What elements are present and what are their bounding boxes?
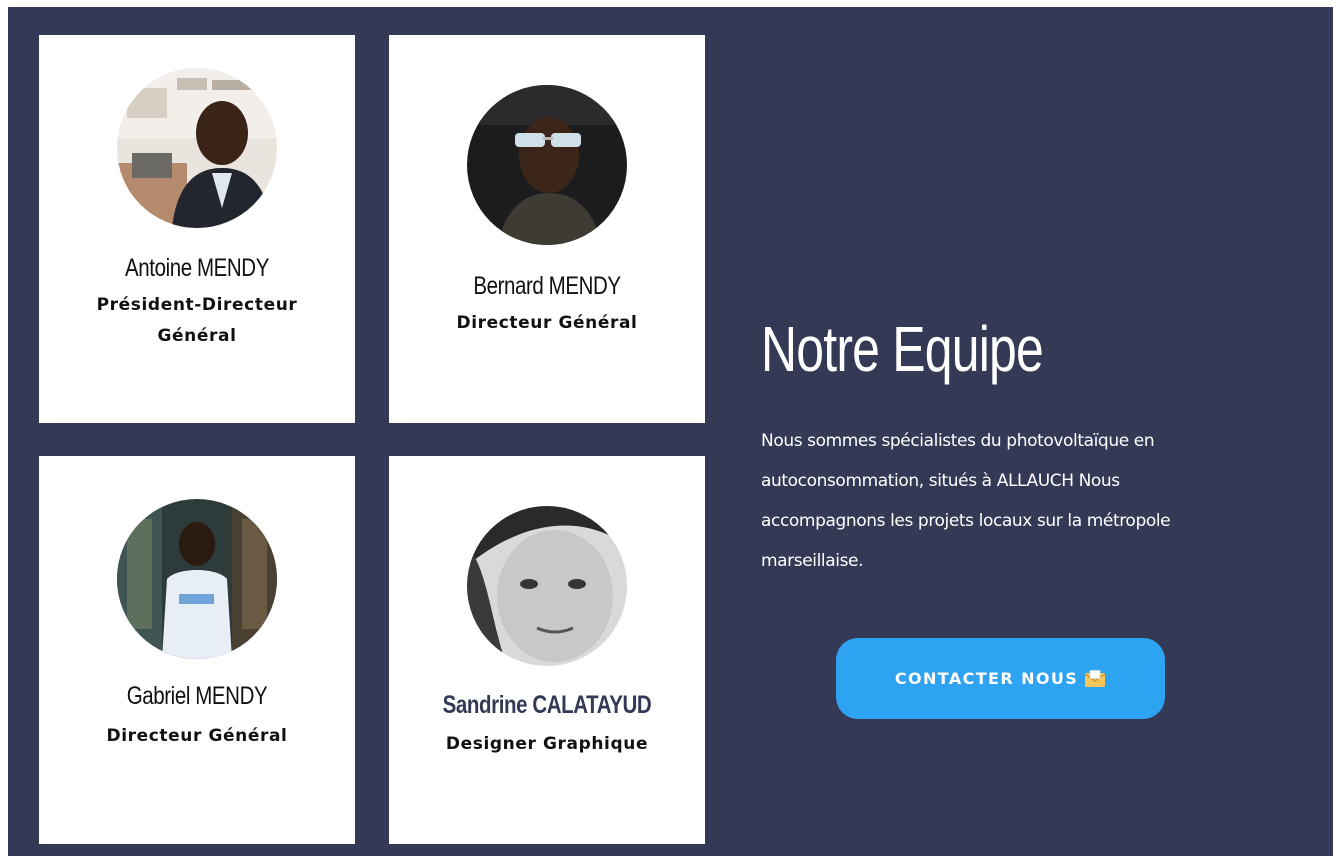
portrait-photo [467, 506, 627, 666]
member-name: Sandrine CALATAYUD [442, 691, 652, 719]
member-role: Président-Directeur Général [96, 295, 298, 346]
member-name: Antoine MENDY [125, 254, 269, 282]
avatar [467, 85, 627, 245]
portrait-photo [467, 85, 627, 245]
team-card: Gabriel MENDY Directeur Général [39, 456, 355, 844]
member-role: Designer Graphique [445, 734, 649, 754]
avatar [467, 506, 627, 666]
section-title: Notre Equipe [761, 313, 1044, 385]
contact-button[interactable]: CONTACTER NOUS [836, 638, 1165, 719]
portrait-photo [117, 499, 277, 659]
section-description: Nous sommes spécialistes du photovoltaïq… [761, 431, 1171, 571]
team-section: Antoine MENDY Président-Directeur Généra… [8, 7, 1333, 856]
team-card: Antoine MENDY Président-Directeur Généra… [39, 35, 355, 423]
avatar [117, 499, 277, 659]
member-name: Bernard MENDY [473, 272, 621, 300]
avatar [117, 68, 277, 228]
team-card: Bernard MENDY Directeur Général [389, 35, 705, 423]
member-role: Directeur Général [106, 726, 288, 746]
portrait-photo [117, 68, 277, 228]
envelope-icon [1084, 669, 1106, 688]
contact-button-label: CONTACTER NOUS [894, 669, 1079, 688]
member-role: Directeur Général [456, 313, 638, 333]
member-name: Gabriel MENDY [126, 682, 268, 710]
team-card: Sandrine CALATAYUD Designer Graphique [389, 456, 705, 844]
